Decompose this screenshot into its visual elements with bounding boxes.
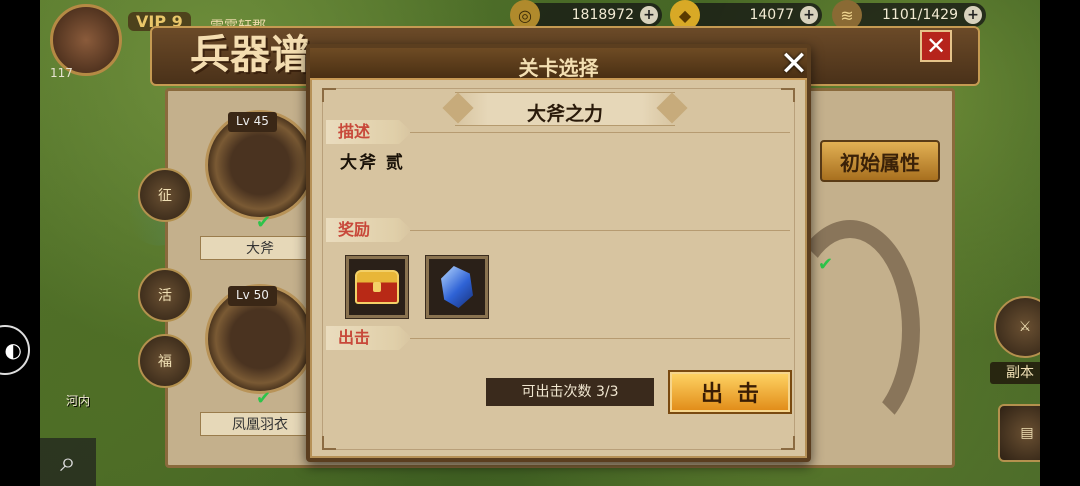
side-button-activity[interactable]: 活 xyxy=(138,268,192,322)
weapon-name: 凤凰羽衣 xyxy=(200,412,320,436)
copper-resource: ◎ 1818972 + xyxy=(510,0,662,30)
reward-section-tag: 奖励 xyxy=(326,218,412,242)
weapon-slot-level: Lv 45 xyxy=(228,112,277,132)
check-icon: ✔ xyxy=(256,388,272,409)
reward-slot-crystal[interactable] xyxy=(426,256,488,318)
weapon-name: 大斧 xyxy=(200,236,320,260)
level-value: 45 xyxy=(253,114,269,128)
weapon-screen-title: 兵器谱 xyxy=(190,31,310,78)
add-grain-button[interactable]: + xyxy=(964,6,982,24)
map-place-label: 河内 xyxy=(66,394,91,408)
gold-resource: ◆ 14077 + xyxy=(670,0,822,30)
dialog-title: 关卡选择 xyxy=(518,56,599,80)
weapon-slot-level: Lv 50 xyxy=(228,286,277,306)
search-icon[interactable]: ⌕ xyxy=(40,438,96,486)
dialog-header: 关卡选择 ✕ xyxy=(310,47,808,81)
sortie-button[interactable]: 出击 xyxy=(668,370,792,414)
dialog-close-button[interactable]: ✕ xyxy=(776,47,812,81)
initial-attributes-button[interactable]: 初始属性 xyxy=(820,140,940,182)
section-divider xyxy=(410,230,790,231)
reward-slot-chest[interactable] xyxy=(346,256,408,318)
sortie-count-label: 可出击次数 3/3 xyxy=(486,378,654,406)
check-icon: ✔ xyxy=(818,254,834,275)
side-button-welfare[interactable]: 福 xyxy=(138,334,192,388)
level-value: 50 xyxy=(253,288,269,302)
weapon-screen-close-button[interactable]: ✕ xyxy=(920,30,952,62)
stage-select-dialog: 关卡选择 ✕ 大斧之力 描述 大斧 贰 奖励 出击 可出击次数 3/3 出击 xyxy=(306,44,811,462)
side-button-expedition[interactable]: 征 xyxy=(138,168,192,222)
right-letterbox xyxy=(1040,0,1080,486)
frame-corner xyxy=(781,436,795,450)
copper-value: 1818972 xyxy=(571,7,634,23)
description-section-tag: 描述 xyxy=(326,120,412,144)
treasure-chest-icon xyxy=(355,270,399,304)
stage-name: 大斧之力 xyxy=(526,103,603,125)
level-label: Lv xyxy=(236,114,250,128)
frame-corner xyxy=(781,88,795,102)
level-label: Lv xyxy=(236,288,250,302)
check-icon: ✔ xyxy=(256,212,272,233)
add-gold-button[interactable]: + xyxy=(800,6,818,24)
player-level: 117 xyxy=(50,66,73,80)
grain-value: 1101/1429 xyxy=(882,7,958,23)
stage-description: 大斧 贰 xyxy=(340,153,405,173)
stage-name-plate: 大斧之力 xyxy=(455,92,675,126)
left-letterbox xyxy=(0,0,40,486)
frame-corner xyxy=(322,88,336,102)
blue-crystal-icon xyxy=(441,266,473,308)
section-divider xyxy=(410,132,790,133)
add-copper-button[interactable]: + xyxy=(640,6,658,24)
grain-resource: ≋ 1101/1429 + xyxy=(832,0,986,30)
section-divider xyxy=(410,338,790,339)
sortie-section-tag: 出击 xyxy=(326,326,412,350)
frame-corner xyxy=(322,436,336,450)
gold-value: 14077 xyxy=(749,7,794,23)
